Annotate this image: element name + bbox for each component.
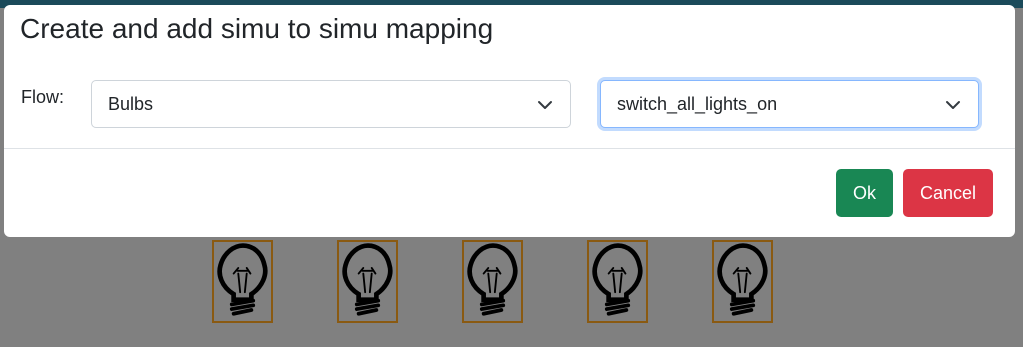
flow-select-value: Bulbs (108, 94, 154, 114)
footer-divider (4, 148, 1015, 149)
mapping-dialog: Create and add simu to simu mapping Flow… (4, 5, 1015, 237)
cancel-button[interactable]: Cancel (903, 169, 993, 217)
action-select[interactable]: switch_all_lights_on (600, 80, 979, 128)
light-bulb-icon[interactable] (587, 240, 648, 323)
flow-label: Flow: (21, 87, 65, 107)
bulb-row (0, 240, 1023, 326)
chevron-down-icon (944, 96, 962, 114)
flow-select[interactable]: Bulbs (91, 80, 571, 128)
dialog-title: Create and add simu to simu mapping (20, 13, 494, 44)
chevron-down-icon (536, 96, 554, 114)
light-bulb-icon[interactable] (712, 240, 773, 323)
action-select-value: switch_all_lights_on (617, 94, 778, 114)
light-bulb-icon[interactable] (337, 240, 398, 323)
ok-button[interactable]: Ok (836, 169, 893, 217)
light-bulb-icon[interactable] (462, 240, 523, 323)
light-bulb-icon[interactable] (212, 240, 273, 323)
